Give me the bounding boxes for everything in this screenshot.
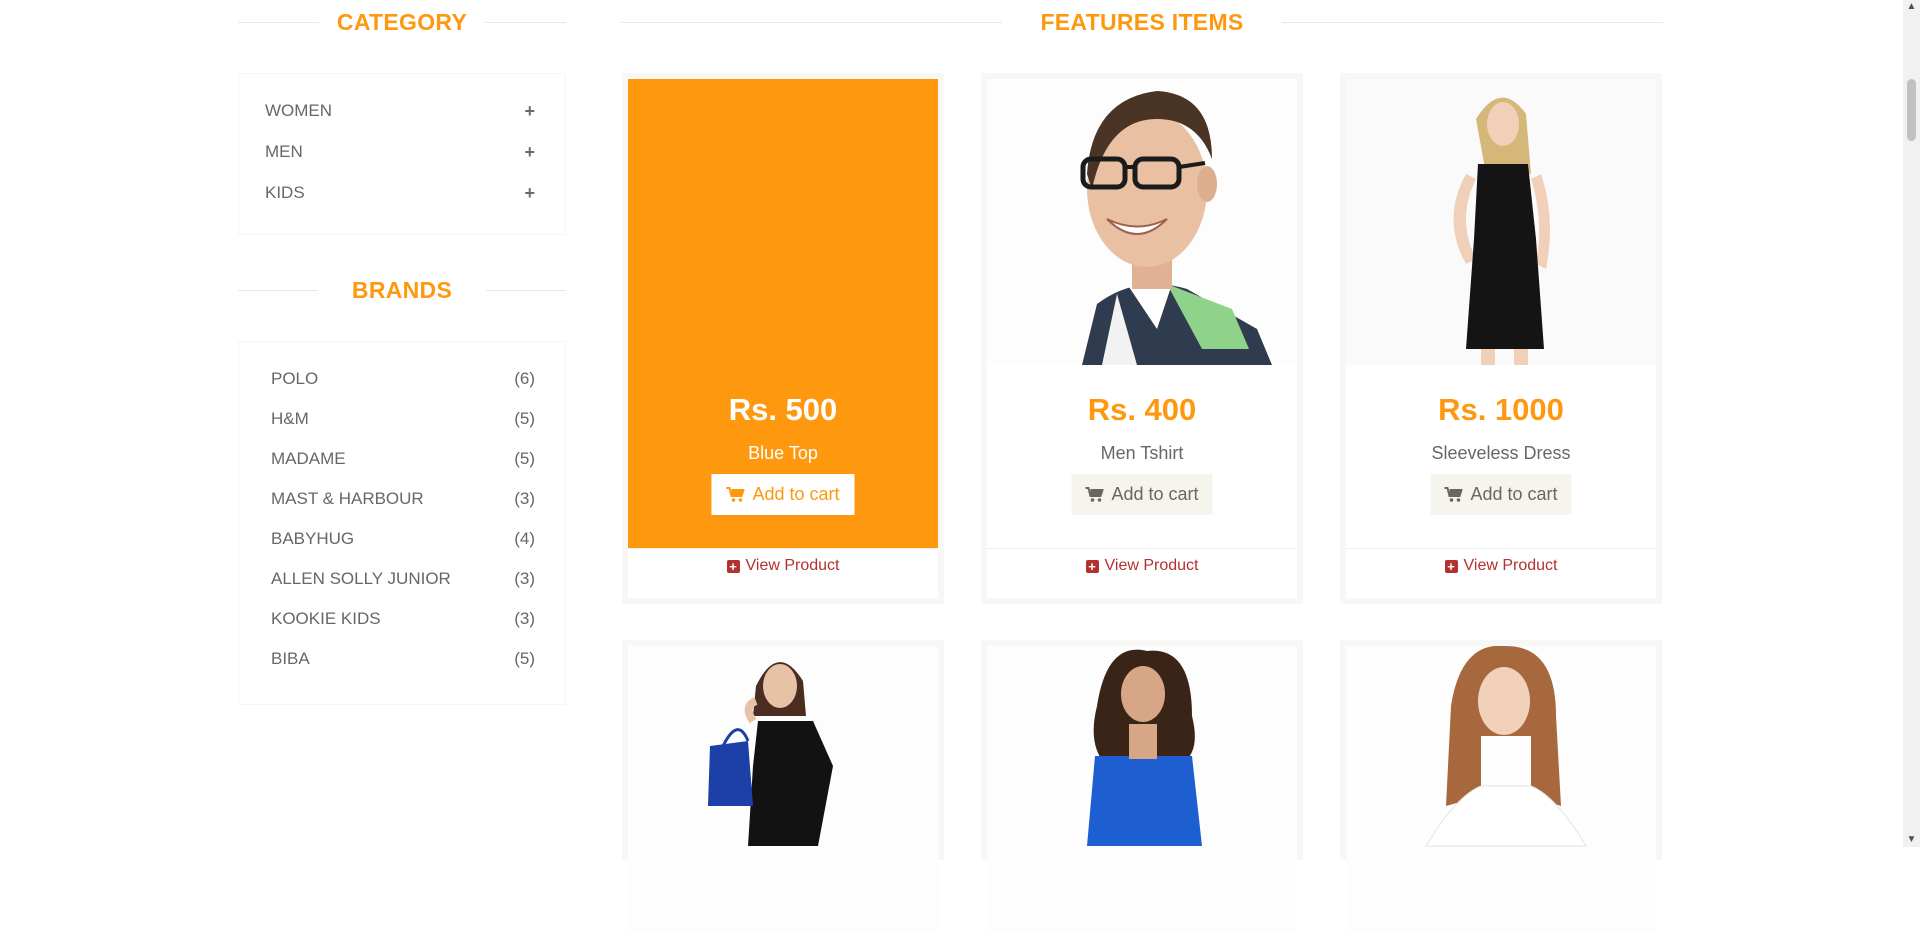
add-to-cart-button[interactable]: Add to cart — [711, 474, 855, 515]
features-heading: FEATURES ITEMS — [621, 6, 1663, 38]
product-name: Blue Top — [748, 443, 818, 463]
brand-name: MADAME — [271, 449, 346, 468]
category-item-men[interactable]: MEN + — [265, 141, 535, 163]
brands-heading: BRANDS — [238, 274, 567, 306]
brand-count: (6) — [514, 369, 535, 388]
category-label: MEN — [265, 142, 303, 161]
add-to-cart-button[interactable]: Add to cart — [1430, 474, 1572, 515]
scroll-down-arrow-icon[interactable]: ▼ — [1903, 833, 1920, 847]
category-item-kids[interactable]: KIDS + — [265, 182, 535, 204]
brand-item-hm[interactable]: H&M (5) — [271, 408, 535, 430]
category-item-women[interactable]: WOMEN + — [265, 100, 535, 122]
product-name: Sleeveless Dress — [1431, 443, 1571, 463]
view-product-link[interactable]: + View Product — [987, 557, 1297, 575]
plus-square-icon: + — [726, 559, 740, 573]
plus-icon[interactable]: + — [524, 101, 535, 122]
brand-count: (5) — [514, 649, 535, 668]
heading-rule — [1281, 21, 1663, 23]
product-card-blue-top: Rs. 500 Blue Top Add to cart + View Prod… — [622, 73, 944, 604]
brand-item-allen-solly-junior[interactable]: ALLEN SOLLY JUNIOR (3) — [271, 568, 535, 590]
product-card-men-tshirt: Rs. 400 Men Tshirt Add to cart + View Pr… — [981, 73, 1303, 604]
brand-item-kookie-kids[interactable]: KOOKIE KIDS (3) — [271, 608, 535, 630]
scroll-up-arrow-icon[interactable]: ▲ — [1903, 0, 1920, 14]
product-overlay: Rs. 500 Blue Top Add to cart — [628, 79, 938, 549]
brand-name: H&M — [271, 409, 309, 428]
brand-name: MAST & HARBOUR — [271, 489, 424, 508]
brand-item-mast-harbour[interactable]: MAST & HARBOUR (3) — [271, 488, 535, 510]
features-title: FEATURES ITEMS — [1040, 8, 1244, 35]
category-panel: WOMEN + MEN + KIDS + — [238, 73, 566, 235]
brand-name: POLO — [271, 369, 319, 388]
view-product-label: View Product — [1104, 557, 1199, 574]
category-label: WOMEN — [265, 101, 333, 120]
product-price: Rs. 500 — [728, 392, 838, 427]
category-heading: CATEGORY — [238, 6, 566, 38]
brand-item-polo[interactable]: POLO (6) — [271, 368, 535, 390]
brand-count: (5) — [514, 449, 535, 468]
heading-rule — [621, 21, 1003, 23]
brand-name: BIBA — [271, 649, 310, 668]
view-product-link[interactable]: + View Product — [1346, 557, 1656, 575]
category-label: KIDS — [265, 183, 305, 202]
scrollbar-thumb[interactable] — [1907, 79, 1916, 141]
woman-black-dress-photo[interactable] — [1346, 79, 1656, 365]
brand-count: (4) — [514, 529, 535, 548]
woman-blue-top-photo[interactable] — [987, 646, 1297, 932]
add-to-cart-label: Add to cart — [752, 484, 840, 504]
plus-square-icon: + — [1085, 559, 1099, 573]
heading-rule — [485, 21, 566, 23]
card-divider — [628, 548, 938, 549]
cart-icon — [1444, 486, 1463, 502]
category-title: CATEGORY — [336, 8, 468, 35]
brand-item-babyhug[interactable]: BABYHUG (4) — [271, 528, 535, 550]
view-product-label: View Product — [745, 557, 840, 574]
brand-item-madame[interactable]: MADAME (5) — [271, 448, 535, 470]
cart-icon — [726, 486, 745, 502]
plus-icon[interactable]: + — [524, 142, 535, 163]
card-divider — [1346, 548, 1656, 549]
plus-icon[interactable]: + — [524, 183, 535, 204]
woman-shopping-bag-photo[interactable] — [628, 646, 938, 932]
product-card — [622, 640, 944, 932]
vertical-scrollbar[interactable]: ▲ ▼ — [1903, 0, 1920, 847]
product-card-sleeveless-dress: Rs. 1000 Sleeveless Dress Add to cart + … — [1340, 73, 1662, 604]
view-product-link[interactable]: + View Product — [628, 557, 938, 575]
brand-count: (3) — [514, 489, 535, 508]
man-glasses-photo[interactable] — [987, 79, 1297, 365]
add-to-cart-label: Add to cart — [1111, 484, 1199, 504]
brand-name: BABYHUG — [271, 529, 355, 548]
brand-item-biba[interactable]: BIBA (5) — [271, 648, 535, 670]
add-to-cart-button[interactable]: Add to cart — [1071, 474, 1213, 515]
brands-panel: POLO (6) H&M (5) MADAME (5) MAST & HARBOUR (… — [238, 341, 566, 705]
brand-name: ALLEN SOLLY JUNIOR — [271, 569, 451, 588]
brand-count: (3) — [514, 569, 535, 588]
add-to-cart-label: Add to cart — [1470, 484, 1558, 504]
product-card — [1340, 640, 1662, 932]
brand-count: (3) — [514, 609, 535, 628]
heading-rule — [238, 289, 318, 291]
girl-white-tshirt-photo[interactable] — [1346, 646, 1656, 932]
card-divider — [987, 548, 1297, 549]
product-price: Rs. 1000 — [1438, 392, 1564, 427]
view-product-label: View Product — [1463, 557, 1558, 574]
brand-name: KOOKIE KIDS — [271, 609, 381, 628]
cart-icon — [1085, 486, 1104, 502]
brand-count: (5) — [514, 409, 535, 428]
product-card — [981, 640, 1303, 932]
brands-title: BRANDS — [351, 276, 453, 303]
product-price: Rs. 400 — [1087, 392, 1197, 427]
heading-rule — [238, 21, 319, 23]
heading-rule — [486, 289, 567, 291]
product-name: Men Tshirt — [1100, 443, 1184, 463]
plus-square-icon: + — [1444, 559, 1458, 573]
